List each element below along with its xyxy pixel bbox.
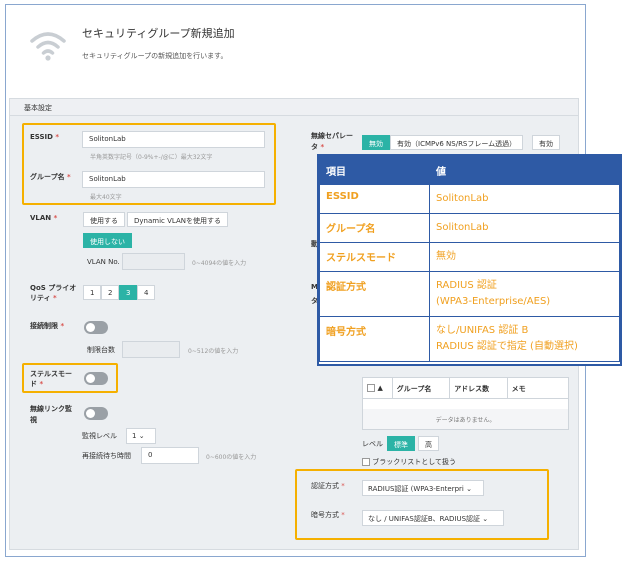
col-memo[interactable]: メモ	[508, 378, 568, 398]
reconnect-wait-input[interactable]: 0	[141, 447, 199, 464]
separator-option-icmpv6[interactable]: 有効（ICMPv6 NS/RSフレーム透過）	[390, 135, 524, 150]
panel-header: 基本設定	[10, 99, 578, 116]
separator-label: 無線セパレータ *	[311, 132, 353, 151]
summary-row: ステルスモード 無効	[319, 242, 620, 272]
vlan-no-input[interactable]	[122, 253, 185, 270]
page-subtitle: セキュリティグループの新規追加を行います。	[82, 52, 228, 60]
separator-option-enabled[interactable]: 有効	[532, 135, 560, 150]
wifi-icon	[30, 32, 66, 61]
panel-title: 基本設定	[24, 104, 52, 112]
wireless-link-label: 無線リンク監視	[30, 405, 72, 424]
highlight-essid-group	[22, 123, 276, 205]
limit-count-label: 制限台数	[87, 346, 115, 354]
vlan-dynamic-button[interactable]: Dynamic VLANを使用する	[127, 212, 228, 227]
qos-label: QoS プライオリティ *	[30, 284, 77, 302]
summary-head-value: 値	[429, 156, 620, 185]
group-table: ▲ グループ名 アドレス数 メモ データはありません。	[362, 377, 569, 430]
monitor-level-select[interactable]: 1 ⌄	[126, 428, 156, 444]
page-header	[6, 5, 585, 89]
level-high-button[interactable]: 高	[418, 436, 439, 451]
limit-count-input[interactable]	[122, 341, 180, 358]
monitor-level-label: 監視レベル	[82, 432, 117, 440]
select-all-checkbox[interactable]	[367, 384, 375, 392]
vlan-use-button[interactable]: 使用する	[83, 212, 125, 227]
connection-limit-toggle[interactable]	[84, 321, 108, 334]
level-label: レベル	[362, 440, 383, 448]
qos-option-1[interactable]: 1	[83, 285, 102, 300]
summary-row: ESSID SolitonLab	[319, 184, 620, 214]
summary-header-row: 項目 値	[319, 156, 620, 185]
summary-row: 暗号方式 なし/UNIFAS 認証 B RADIUS 認証で指定 (自動選択)	[319, 316, 620, 362]
highlight-auth-cipher	[295, 469, 549, 540]
level-standard-button[interactable]: 標準	[387, 436, 415, 451]
qos-option-4[interactable]: 4	[137, 285, 156, 300]
blacklist-checkbox[interactable]	[362, 458, 370, 466]
highlight-stealth	[22, 363, 118, 393]
summary-overlay: 項目 値 ESSID SolitonLab グループ名 SolitonLab ス…	[317, 154, 622, 366]
connection-limit-label: 接続制限 *	[30, 322, 65, 330]
group-table-empty: データはありません。	[363, 409, 568, 429]
vlan-no-label: VLAN No.	[87, 258, 120, 266]
summary-value: なし/UNIFAS 認証 B RADIUS 認証で指定 (自動選択)	[429, 316, 620, 362]
reconnect-wait-hint: 0~600の値を入力	[206, 454, 257, 461]
summary-value: RADIUS 認証 (WPA3-Enterprise/AES)	[429, 271, 620, 317]
summary-value: SolitonLab	[429, 184, 620, 214]
col-group-name[interactable]: グループ名	[393, 378, 451, 398]
separator-option-disabled[interactable]: 無効	[362, 135, 390, 150]
summary-key: 暗号方式	[319, 316, 430, 362]
wireless-link-toggle[interactable]	[84, 407, 108, 420]
reconnect-wait-label: 再接続待ち時間	[82, 452, 131, 460]
summary-value: 無効	[429, 242, 620, 272]
summary-key: ESSID	[319, 184, 430, 214]
summary-head-key: 項目	[319, 156, 430, 185]
qos-option-2[interactable]: 2	[101, 285, 120, 300]
vlan-label: VLAN *	[30, 214, 58, 222]
summary-key: ステルスモード	[319, 242, 430, 272]
vlan-none-button[interactable]: 使用しない	[83, 233, 132, 248]
summary-table: 項目 値 ESSID SolitonLab グループ名 SolitonLab ス…	[319, 156, 620, 362]
qos-option-3[interactable]: 3	[119, 285, 138, 300]
limit-count-hint: 0~512の値を入力	[188, 348, 239, 355]
summary-key: グループ名	[319, 213, 430, 243]
summary-row: 認証方式 RADIUS 認証 (WPA3-Enterprise/AES)	[319, 271, 620, 317]
select-all-column[interactable]: ▲	[363, 378, 393, 398]
summary-row: グループ名 SolitonLab	[319, 213, 620, 243]
vlan-hint: 0~4094の値を入力	[192, 260, 247, 267]
summary-value: SolitonLab	[429, 213, 620, 243]
col-address-count[interactable]: アドレス数	[450, 378, 508, 398]
page-title: セキュリティグループ新規追加	[82, 27, 235, 40]
summary-key: 認証方式	[319, 271, 430, 317]
chevron-down-icon: ⌄	[138, 432, 145, 440]
blacklist-option[interactable]: ブラックリストとして扱う	[362, 457, 456, 467]
group-table-header: ▲ グループ名 アドレス数 メモ	[363, 378, 568, 399]
